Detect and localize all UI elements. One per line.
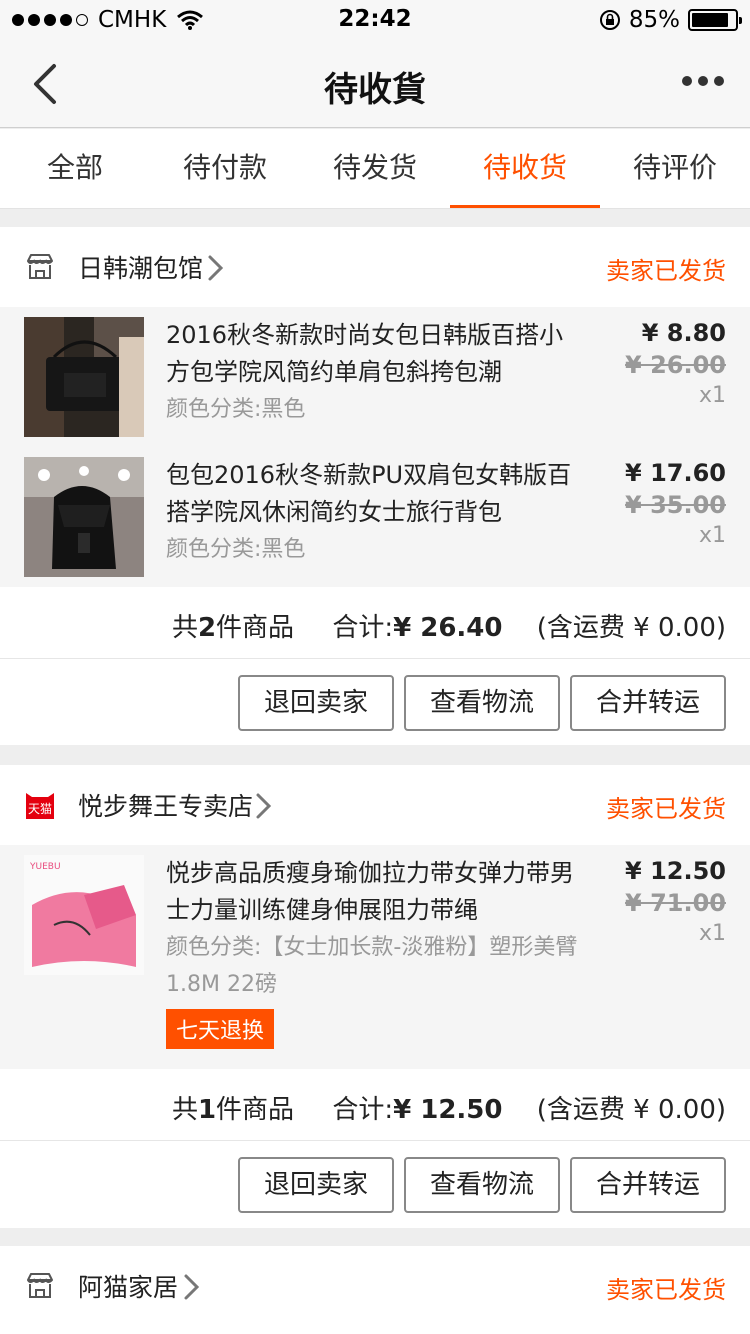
merge-transfer-button[interactable]: 合并转运 bbox=[570, 1157, 726, 1213]
shop-header[interactable]: 阿猫家居 卖家已发货 bbox=[0, 1246, 750, 1326]
nav-bar: 待收貨 bbox=[0, 40, 750, 128]
battery-icon bbox=[688, 9, 742, 31]
product-name[interactable]: 包包2016秋冬新款PU双肩包女韩版百搭学院风休闲简约女士旅行背包 bbox=[166, 457, 586, 531]
order-tabs: 全部 待付款 待发货 待收货 待评价 bbox=[0, 129, 750, 209]
shop-header[interactable]: 日韩潮包馆 卖家已发货 bbox=[0, 227, 750, 307]
tab-pending-receipt[interactable]: 待收货 bbox=[450, 129, 600, 208]
tmall-logo-text: 天猫 bbox=[28, 802, 52, 816]
order-actions: 退回卖家 查看物流 合并转运 bbox=[0, 659, 750, 745]
chevron-right-icon bbox=[208, 255, 224, 281]
order-status: 卖家已发货 bbox=[606, 1276, 726, 1304]
tab-pending-payment[interactable]: 待付款 bbox=[150, 129, 300, 208]
order-item[interactable]: 包包2016秋冬新款PU双肩包女韩版百搭学院风休闲简约女士旅行背包 颜色分类:黑… bbox=[0, 447, 750, 587]
shop-name[interactable]: 阿猫家居 bbox=[78, 1268, 178, 1304]
merge-transfer-button[interactable]: 合并转运 bbox=[570, 675, 726, 731]
product-price: ¥ 17.60 bbox=[625, 459, 726, 487]
original-price: ¥ 26.00 bbox=[625, 351, 726, 379]
tab-pending-review[interactable]: 待评价 bbox=[600, 129, 750, 208]
product-spec: 颜色分类:【女士加长款-淡雅粉】塑形美臂1.8M 22磅 bbox=[166, 935, 578, 997]
order-total: ¥ 26.40 bbox=[393, 613, 503, 643]
product-quantity: x1 bbox=[698, 523, 726, 548]
original-price: ¥ 35.00 bbox=[625, 491, 726, 519]
original-price: ¥ 71.00 bbox=[625, 889, 726, 917]
order-card: 天猫 悦步舞王专卖店 卖家已发货 YUEBU 悦步高品质瘦身瑜伽拉力带女弹力带男… bbox=[0, 765, 750, 1228]
count-prefix: 共 bbox=[171, 1095, 198, 1125]
product-price: ¥ 8.80 bbox=[641, 319, 726, 347]
product-quantity: x1 bbox=[698, 383, 726, 408]
total-label: 合计: bbox=[332, 613, 394, 643]
seven-day-return-badge: 七天退换 bbox=[166, 1009, 275, 1049]
product-name[interactable]: 悦步高品质瘦身瑜伽拉力带女弹力带男士力量训练健身伸展阻力带绳 bbox=[166, 855, 586, 929]
order-status: 卖家已发货 bbox=[606, 795, 726, 823]
return-to-seller-button[interactable]: 退回卖家 bbox=[238, 1157, 394, 1213]
product-name[interactable]: 2016秋冬新款时尚女包日韩版百搭小方包学院风简约单肩包斜挎包潮 bbox=[166, 317, 586, 391]
order-summary: 共2件商品 合计:¥ 26.40 (含运费 ¥ 0.00) bbox=[0, 587, 750, 659]
item-count: 2 bbox=[197, 613, 217, 643]
shop-name[interactable]: 日韩潮包馆 bbox=[78, 249, 203, 285]
return-to-seller-button[interactable]: 退回卖家 bbox=[238, 675, 394, 731]
tab-all[interactable]: 全部 bbox=[0, 129, 150, 208]
view-logistics-button[interactable]: 查看物流 bbox=[404, 1157, 560, 1213]
shipping-fee: (含运费 ¥ 0.00) bbox=[536, 613, 726, 643]
order-actions: 退回卖家 查看物流 合并转运 bbox=[0, 1141, 750, 1227]
order-status: 卖家已发货 bbox=[606, 257, 726, 285]
order-summary: 共1件商品 合计:¥ 12.50 (含运费 ¥ 0.00) bbox=[0, 1069, 750, 1141]
battery-percent: 85% bbox=[628, 7, 680, 33]
product-thumbnail[interactable] bbox=[24, 317, 144, 437]
store-icon bbox=[27, 1273, 53, 1298]
product-spec: 颜色分类:黑色 bbox=[166, 397, 306, 422]
shipping-fee: (含运费 ¥ 0.00) bbox=[536, 1095, 726, 1125]
total-label: 合计: bbox=[332, 1095, 394, 1125]
status-right: 85% bbox=[599, 7, 742, 33]
page-title: 待收貨 bbox=[324, 70, 426, 110]
count-suffix: 件商品 bbox=[216, 613, 295, 643]
product-price: ¥ 12.50 bbox=[625, 857, 726, 885]
store-icon bbox=[27, 254, 53, 279]
view-logistics-button[interactable]: 查看物流 bbox=[404, 675, 560, 731]
product-thumbnail[interactable]: YUEBU bbox=[24, 855, 144, 975]
chevron-right-icon bbox=[256, 793, 272, 819]
tmall-icon: 天猫 bbox=[26, 793, 54, 819]
shop-name[interactable]: 悦步舞王专卖店 bbox=[78, 787, 253, 823]
product-quantity: x1 bbox=[698, 921, 726, 946]
tab-pending-shipment[interactable]: 待发货 bbox=[300, 129, 450, 208]
product-brand-text: YUEBU bbox=[29, 862, 61, 872]
product-spec: 颜色分类:黑色 bbox=[166, 537, 306, 562]
count-prefix: 共 bbox=[171, 613, 198, 643]
count-suffix: 件商品 bbox=[216, 1095, 295, 1125]
shop-header[interactable]: 天猫 悦步舞王专卖店 卖家已发货 bbox=[0, 765, 750, 845]
order-item[interactable]: YUEBU 悦步高品质瘦身瑜伽拉力带女弹力带男士力量训练健身伸展阻力带绳 颜色分… bbox=[0, 845, 750, 1069]
item-count: 1 bbox=[197, 1095, 217, 1125]
product-thumbnail[interactable] bbox=[24, 457, 144, 577]
order-card: 阿猫家居 卖家已发货 bbox=[0, 1246, 750, 1334]
status-bar: CMHK 22:42 85% bbox=[0, 0, 750, 40]
order-total: ¥ 12.50 bbox=[393, 1095, 503, 1125]
order-item[interactable]: 2016秋冬新款时尚女包日韩版百搭小方包学院风简约单肩包斜挎包潮 颜色分类:黑色… bbox=[0, 307, 750, 447]
rotation-lock-icon bbox=[599, 10, 620, 30]
chevron-right-icon bbox=[184, 1274, 200, 1300]
more-dots-icon[interactable] bbox=[682, 76, 724, 86]
order-card: 日韩潮包馆 卖家已发货 2016秋冬新款时尚女包日韩版百搭小方包学院风简约单肩包… bbox=[0, 227, 750, 745]
